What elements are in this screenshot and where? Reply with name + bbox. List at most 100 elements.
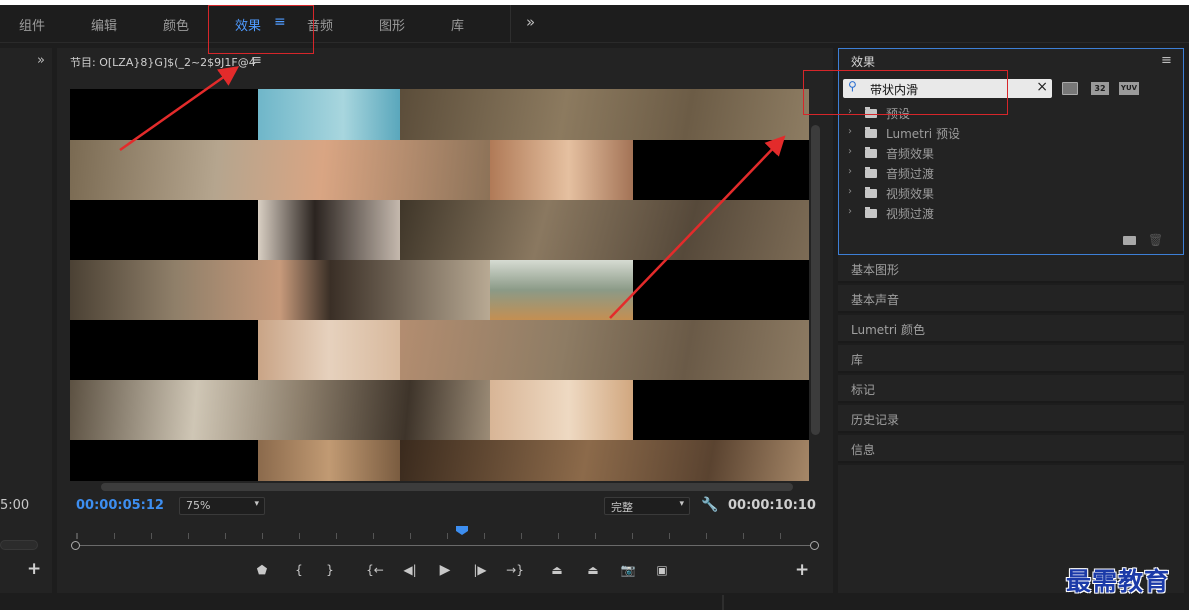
watermark: 最需教育 xyxy=(1066,567,1171,596)
program-add-button[interactable]: + xyxy=(795,560,809,580)
workspace-tab-effects[interactable]: 效果 xyxy=(235,15,261,34)
accelerated-effects-icon[interactable] xyxy=(1062,82,1078,95)
chevron-right-icon: › xyxy=(848,106,852,117)
extract-icon[interactable]: ⏏ xyxy=(584,562,602,578)
clear-search-icon[interactable]: × xyxy=(1036,79,1048,95)
zoom-value: 75% xyxy=(186,499,211,512)
32-bit-effects-icon[interactable]: 32 xyxy=(1091,82,1109,95)
yuv-effects-icon[interactable]: YUV xyxy=(1119,82,1139,95)
lift-icon[interactable]: ⏏ xyxy=(548,562,566,578)
workspace-tab-graphics[interactable]: 图形 xyxy=(379,15,405,34)
program-title[interactable]: 节目: O[LZA}8}G]$(_2~2$9J1F@4 xyxy=(70,54,256,70)
effects-menu-icon[interactable]: ≡ xyxy=(1161,53,1172,68)
premiere-window: 组件 编辑 颜色 效果 ≡ 音频 图形 库 » » 5:00 + 节目: O[L… xyxy=(0,0,1189,610)
section-history[interactable]: 历史记录 xyxy=(838,405,1184,433)
tree-item-label: 视频过渡 xyxy=(886,207,935,221)
total-duration: 00:00:10:10 xyxy=(728,498,816,513)
frame-strip xyxy=(258,320,400,380)
chevron-right-icon: › xyxy=(848,206,852,217)
frame-strip xyxy=(70,200,258,260)
time-ruler-ticks xyxy=(76,533,814,539)
workspace-bar: 组件 编辑 颜色 效果 ≡ 音频 图形 库 » xyxy=(0,5,1189,43)
preview-horizontal-scrollbar[interactable] xyxy=(101,483,793,491)
step-forward-icon[interactable]: |▶ xyxy=(471,562,489,578)
frame-strip xyxy=(490,260,633,320)
preview-vertical-scrollbar[interactable] xyxy=(811,125,820,435)
tree-item-audio-transitions[interactable]: › 音频过渡 xyxy=(848,165,1178,183)
source-add-button[interactable]: + xyxy=(27,559,41,579)
folder-star-icon xyxy=(865,127,877,138)
tree-item-video-effects[interactable]: › 视频效果 xyxy=(848,185,1178,203)
frame-strip xyxy=(633,380,809,440)
current-timecode[interactable]: 00:00:05:12 xyxy=(76,498,164,513)
zoom-bar-right-handle[interactable] xyxy=(810,541,819,550)
section-essential-graphics[interactable]: 基本图形 xyxy=(838,255,1184,283)
search-input[interactable]: 带状内滑 xyxy=(870,81,918,98)
panel-overflow-icon[interactable]: » xyxy=(37,53,45,68)
add-marker-icon[interactable]: ⬟ xyxy=(253,562,271,578)
workspace-tab-libraries[interactable]: 库 xyxy=(451,15,464,34)
program-menu-icon[interactable]: ≡ xyxy=(251,53,262,68)
chevron-down-icon: ▾ xyxy=(254,499,259,509)
frame-strip xyxy=(70,140,490,200)
tree-item-label: 视频效果 xyxy=(886,187,935,201)
play-icon[interactable]: ▶ xyxy=(436,562,454,578)
chevron-right-icon: › xyxy=(848,186,852,197)
frame-strip xyxy=(258,200,400,260)
bottom-panel-edge xyxy=(0,595,1189,610)
frame-strip xyxy=(633,140,809,200)
bottom-divider xyxy=(722,595,724,610)
section-markers[interactable]: 标记 xyxy=(838,375,1184,403)
workspace-tab-assembly[interactable]: 组件 xyxy=(19,15,45,34)
workspace-menu-icon[interactable]: ≡ xyxy=(274,14,286,30)
section-lumetri-color[interactable]: Lumetri 颜色 xyxy=(838,315,1184,343)
chevron-right-icon: › xyxy=(848,166,852,177)
zoom-bar[interactable] xyxy=(76,545,814,546)
menu-separator xyxy=(510,5,511,43)
trash-icon[interactable]: 🗑 xyxy=(1148,233,1163,247)
export-frame-camera-icon[interactable]: 📷 xyxy=(619,562,637,578)
comparison-view-icon[interactable]: ▣ xyxy=(653,562,671,578)
frame-strip xyxy=(70,380,490,440)
effects-panel-title[interactable]: 效果 xyxy=(851,53,875,70)
go-to-out-icon[interactable]: →} xyxy=(506,562,524,578)
zoom-select[interactable]: 75% ▾ xyxy=(179,497,265,515)
tree-item-presets[interactable]: › 预设 xyxy=(848,105,1178,123)
mark-in-icon[interactable]: { xyxy=(290,562,308,578)
frame-strip xyxy=(70,440,258,481)
zoom-bar-left-handle[interactable] xyxy=(71,541,80,550)
tree-item-label: Lumetri 预设 xyxy=(886,127,960,141)
frame-strip xyxy=(400,440,809,481)
folder-icon xyxy=(865,167,877,178)
chevron-down-icon: ▾ xyxy=(679,499,684,509)
source-panel: » 5:00 + xyxy=(0,48,52,593)
folder-icon xyxy=(865,207,877,218)
step-back-icon[interactable]: ◀| xyxy=(401,562,419,578)
go-to-in-icon[interactable]: {← xyxy=(366,562,384,578)
tree-item-label: 音频过渡 xyxy=(886,167,935,181)
source-timecode: 5:00 xyxy=(0,498,30,513)
section-libraries[interactable]: 库 xyxy=(838,345,1184,373)
frame-strip xyxy=(490,140,633,200)
tree-item-lumetri-presets[interactable]: › Lumetri 预设 xyxy=(848,125,1178,143)
playback-resolution-select[interactable]: 完整 ▾ xyxy=(604,497,690,515)
tree-item-video-transitions[interactable]: › 视频过渡 xyxy=(848,205,1178,223)
frame-strip xyxy=(633,260,809,320)
workspace-tab-audio[interactable]: 音频 xyxy=(307,15,333,34)
new-bin-folder-icon[interactable] xyxy=(1123,236,1136,245)
workspace-overflow-icon[interactable]: » xyxy=(526,13,535,31)
frame-strip xyxy=(400,320,809,380)
wrench-settings-icon[interactable]: 🔧 xyxy=(701,497,718,513)
section-essential-sound[interactable]: 基本声音 xyxy=(838,285,1184,313)
tree-item-audio-effects[interactable]: › 音频效果 xyxy=(848,145,1178,163)
effects-search-box[interactable]: ⚲ 带状内滑 × xyxy=(843,79,1052,98)
mark-out-icon[interactable]: } xyxy=(321,562,339,578)
search-icon: ⚲ xyxy=(848,79,857,93)
frame-strip xyxy=(490,380,633,440)
workspace-tab-editing[interactable]: 编辑 xyxy=(91,15,117,34)
frame-strip xyxy=(70,320,258,380)
section-info[interactable]: 信息 xyxy=(838,435,1184,463)
source-scrollbar[interactable] xyxy=(0,540,38,550)
workspace-tab-color[interactable]: 颜色 xyxy=(163,15,189,34)
folder-icon xyxy=(865,187,877,198)
